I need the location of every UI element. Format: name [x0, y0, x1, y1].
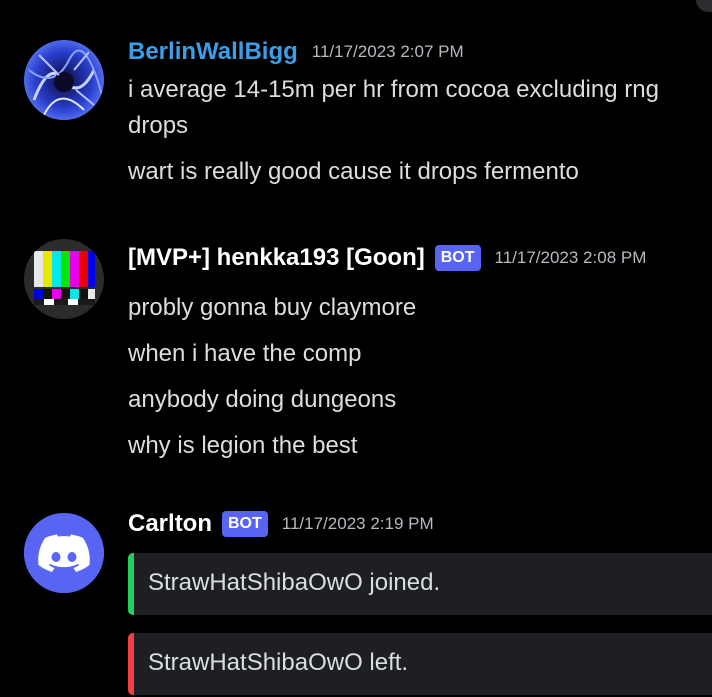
embed-joined: StrawHatShibaOwO joined. — [128, 553, 712, 615]
embed-text: StrawHatShibaOwO left. — [148, 649, 409, 676]
bot-badge: BOT — [222, 511, 268, 537]
message-header: Carlton BOT 11/17/2023 2:19 PM — [128, 510, 434, 538]
embed-left: StrawHatShibaOwO left. — [128, 633, 712, 695]
avatar[interactable] — [24, 513, 104, 593]
chat-view: BerlinWallBigg 11/17/2023 2:07 PM i aver… — [0, 0, 712, 697]
username[interactable]: Carlton — [128, 510, 212, 538]
discord-logo-icon — [24, 513, 104, 593]
message-carlton[interactable]: Carlton BOT 11/17/2023 2:19 PM StrawHatS… — [0, 0, 712, 697]
timestamp: 11/17/2023 2:19 PM — [281, 514, 434, 533]
embed-stripe — [128, 633, 134, 695]
embed-text: StrawHatShibaOwO joined. — [148, 569, 441, 596]
embed-stripe — [128, 553, 134, 615]
